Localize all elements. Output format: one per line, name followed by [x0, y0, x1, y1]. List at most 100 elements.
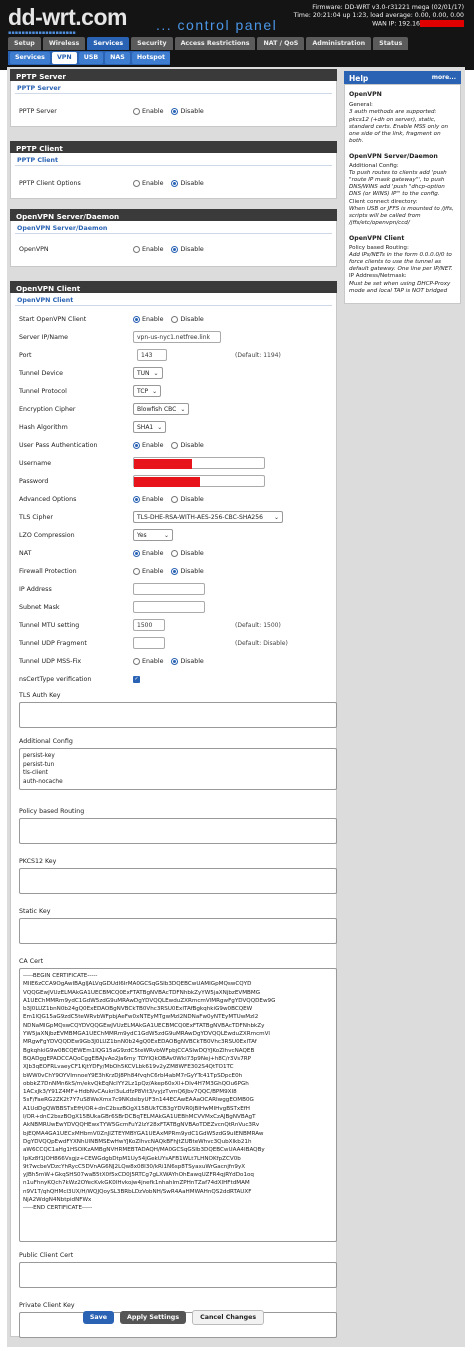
- additional-config-textarea[interactable]: persist-key persist-tun tls-client auth-…: [19, 748, 337, 790]
- mssfix-disable-radio[interactable]: [171, 657, 179, 665]
- chevron-down-icon: ⌄: [157, 423, 163, 431]
- tab-setup[interactable]: Setup: [8, 37, 41, 50]
- mssfix-label: Tunnel UDP MSS-Fix: [19, 657, 82, 665]
- wan-ip-text: WAN IP: 192.16: [372, 20, 420, 28]
- help-more-link[interactable]: more...: [432, 74, 456, 81]
- advanced-row: Advanced Options Enable Disable: [15, 490, 332, 508]
- tab-security[interactable]: Security: [131, 37, 173, 50]
- chevron-down-icon: ⌄: [180, 405, 186, 413]
- subtab-nas[interactable]: NAS: [105, 52, 130, 64]
- openvpn-server-row: OpenVPN Enable Disable: [15, 240, 332, 258]
- tab-services[interactable]: Services: [87, 37, 130, 50]
- lzo-row: LZO Compression Yes ⌄: [15, 526, 332, 544]
- tunnel-protocol-row: Tunnel Protocol TCP ⌄: [15, 382, 332, 400]
- nat-enable-radio[interactable]: [133, 549, 140, 557]
- advanced-enable-radio[interactable]: [133, 495, 140, 503]
- advanced-disable-radio[interactable]: [171, 495, 179, 503]
- mtu-input[interactable]: 1500: [133, 619, 165, 631]
- hash-row: Hash Algorithm SHA1 ⌄: [15, 418, 332, 436]
- pkcs12-textarea[interactable]: [19, 868, 337, 894]
- mssfix-row: Tunnel UDP MSS-Fix Enable Disable: [15, 652, 332, 670]
- tls-cipher-row: TLS Cipher TLS-DHE-RSA-WITH-AES-256-CBC-…: [15, 508, 332, 526]
- tunnel-device-select[interactable]: TUN ⌄: [133, 367, 163, 379]
- public-cert-label: Public Client Cert: [19, 1252, 74, 1259]
- openvpn-server-header: OpenVPN Server/Daemon: [10, 209, 337, 221]
- help-client-policy-text: Add IPs/NETs in the form 0.0.0.0/0 to fo…: [349, 251, 453, 273]
- sub-nav: Services VPN USB NAS Hotspot: [8, 51, 171, 65]
- subtab-vpn[interactable]: VPN: [51, 52, 77, 64]
- disable-label: Disable: [180, 441, 204, 449]
- username-input[interactable]: [133, 457, 265, 469]
- public-cert-textarea[interactable]: [19, 1262, 337, 1288]
- pptp-server-label: PPTP Server: [19, 107, 57, 115]
- nscert-checkbox[interactable]: ✓: [133, 675, 140, 683]
- nat-disable-radio[interactable]: [171, 549, 179, 557]
- disable-label: Disable: [180, 245, 204, 253]
- tunnel-protocol-select[interactable]: TCP ⌄: [133, 385, 162, 397]
- userpass-disable-radio[interactable]: [171, 441, 179, 449]
- udp-fragment-input[interactable]: [133, 637, 165, 649]
- firewall-enable-radio[interactable]: [133, 567, 140, 575]
- password-row: Password: [15, 472, 332, 490]
- tls-auth-textarea[interactable]: [19, 702, 337, 728]
- tls-cipher-label: TLS Cipher: [19, 513, 53, 521]
- server-ip-input[interactable]: vpn-us-nyc1.netfree.link: [133, 331, 221, 343]
- chevron-down-icon: ⌄: [152, 387, 158, 395]
- tls-cipher-select[interactable]: TLS-DHE-RSA-WITH-AES-256-CBC-SHA256 ⌄: [133, 511, 283, 523]
- wan-ip-redaction: [420, 20, 464, 27]
- system-info: Firmware: DD-WRT v3.0-r31221 mega (02/01…: [294, 4, 464, 29]
- tunnel-device-value: TUN: [137, 369, 150, 377]
- port-input[interactable]: 143: [137, 349, 167, 361]
- pptp-client-enable-radio[interactable]: [133, 179, 140, 187]
- apply-settings-button[interactable]: Apply Settings: [120, 1310, 187, 1324]
- userpass-enable-radio[interactable]: [133, 441, 140, 449]
- cipher-select[interactable]: Blowfish CBC ⌄: [133, 403, 190, 415]
- tab-access-restrictions[interactable]: Access Restrictions: [174, 37, 256, 50]
- static-key-label: Static Key: [19, 908, 51, 915]
- help-daemon-add-label: Additional Config:: [349, 162, 399, 169]
- enable-label: Enable: [142, 495, 164, 503]
- pptp-client-disable-radio[interactable]: [171, 179, 179, 187]
- subtab-services[interactable]: Services: [10, 52, 50, 64]
- openvpn-server-disable-radio[interactable]: [171, 245, 179, 253]
- pptp-server-disable-radio[interactable]: [171, 107, 179, 115]
- help-client-policy-label: Policy based Routing:: [349, 244, 409, 251]
- start-openvpn-row: Start OpenVPN Client Enable Disable: [15, 310, 332, 328]
- tab-nat-qos[interactable]: NAT / QoS: [257, 37, 305, 50]
- password-label: Password: [19, 477, 49, 485]
- logo-decoration: ▪▪▪▪▪▪▪▪▪▪▪▪▪▪▪▪▪▪▪▪: [8, 30, 76, 36]
- pptp-server-section: PPTP Server PPTP Server Enable Disable: [10, 81, 337, 127]
- ip-address-input[interactable]: [133, 583, 205, 595]
- pptp-server-header: PPTP Server: [10, 69, 337, 81]
- cancel-changes-button[interactable]: Cancel Changes: [192, 1309, 265, 1325]
- tab-administration[interactable]: Administration: [306, 37, 372, 50]
- tab-status[interactable]: Status: [373, 37, 409, 50]
- subtab-usb[interactable]: USB: [78, 52, 104, 64]
- lzo-select[interactable]: Yes ⌄: [133, 529, 173, 541]
- openvpn-server-enable-radio[interactable]: [133, 245, 140, 253]
- pptp-server-enable-radio[interactable]: [133, 107, 140, 115]
- pptp-client-subheading: PPTP Client: [15, 155, 332, 166]
- tab-wireless[interactable]: Wireless: [42, 37, 86, 50]
- help-panel: Help more... OpenVPN General: 3 auth met…: [344, 71, 461, 305]
- hash-value: SHA1: [137, 423, 154, 431]
- subnet-input[interactable]: [133, 601, 205, 613]
- mssfix-enable-radio[interactable]: [133, 657, 140, 665]
- udp-fragment-row: Tunnel UDP Fragment (Default: Disable): [15, 634, 332, 652]
- pkcs12-label: PKCS12 Key: [19, 858, 57, 865]
- password-input[interactable]: [133, 475, 265, 487]
- start-openvpn-disable-radio[interactable]: [171, 315, 179, 323]
- subtab-hotspot[interactable]: Hotspot: [131, 52, 171, 64]
- static-key-textarea[interactable]: [19, 918, 337, 944]
- ca-cert-textarea[interactable]: -----BEGIN CERTIFICATE----- MIIE6zCCA9Og…: [19, 968, 337, 1242]
- hash-select[interactable]: SHA1 ⌄: [133, 421, 167, 433]
- policy-routing-textarea[interactable]: [19, 818, 337, 844]
- save-button[interactable]: Save: [82, 1310, 114, 1324]
- enable-label: Enable: [142, 179, 164, 187]
- lzo-label: LZO Compression: [19, 531, 75, 539]
- nat-label: NAT: [19, 549, 32, 557]
- firewall-disable-radio[interactable]: [171, 567, 179, 575]
- start-openvpn-enable-radio[interactable]: [133, 315, 140, 323]
- enable-label: Enable: [142, 441, 164, 449]
- help-title: Help: [349, 74, 369, 83]
